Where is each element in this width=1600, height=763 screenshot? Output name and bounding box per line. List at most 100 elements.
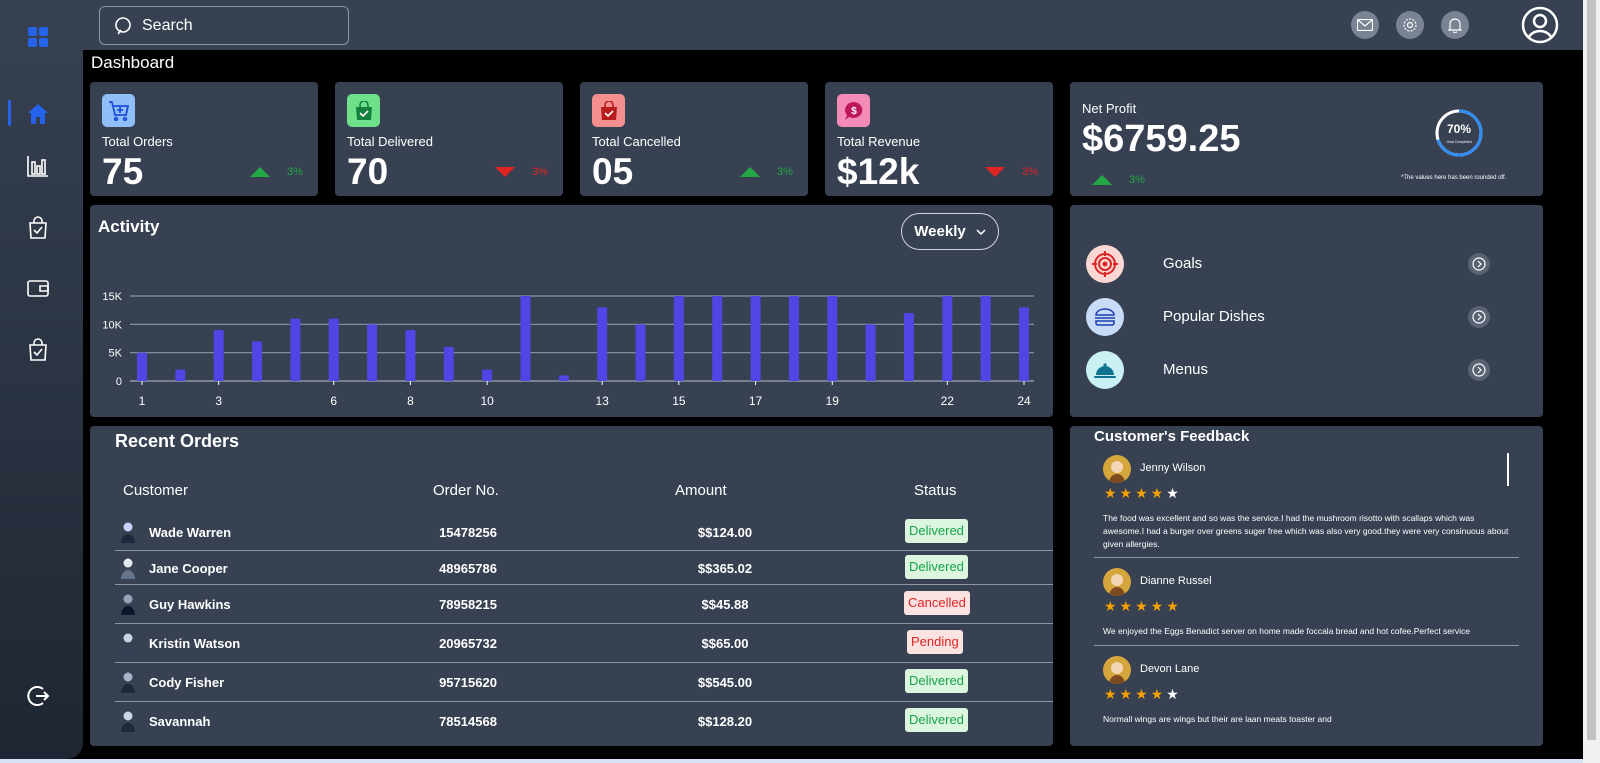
search-placeholder: Search (142, 16, 193, 34)
svg-text:$: $ (851, 106, 857, 117)
chart-bar[interactable] (597, 307, 608, 381)
rounding-note: *The values here has been rounded off. (1401, 175, 1507, 181)
gear-icon[interactable] (1396, 11, 1424, 39)
customer-name: Savannah (149, 714, 211, 729)
x-tick-label: 17 (749, 394, 763, 408)
chart-bar[interactable] (443, 347, 454, 381)
trend-up-icon (250, 167, 270, 177)
order-amount: $$365.02 (697, 561, 753, 576)
goal-percent: 70% (1447, 122, 1471, 136)
x-tick-label: 8 (407, 394, 414, 408)
stat-label: Total Delivered (347, 134, 433, 149)
stat-percent: 3% (287, 166, 303, 178)
divider (1094, 645, 1519, 646)
order-number: 78958215 (439, 597, 497, 612)
chart-bar[interactable] (367, 324, 378, 381)
customer-name: Jane Cooper (149, 561, 228, 576)
chart-bar[interactable] (712, 296, 723, 381)
chart-bar[interactable] (635, 324, 646, 381)
chart-bar[interactable] (903, 313, 914, 381)
chart-bar[interactable] (750, 296, 761, 381)
x-tick-label: 22 (941, 394, 955, 408)
quick-link-goals[interactable]: Goals (1070, 243, 1545, 283)
stat-label: Total Cancelled (592, 134, 681, 149)
home-icon[interactable] (22, 98, 54, 130)
chart-bar[interactable] (482, 369, 493, 381)
customer-name: Guy Hawkins (149, 597, 231, 612)
mail-icon[interactable] (1351, 11, 1379, 39)
order-number: 95715620 (439, 675, 497, 690)
stat-value: 75 (102, 151, 144, 192)
apps-grid-icon[interactable] (22, 21, 54, 53)
reviewer-avatar (1103, 455, 1131, 483)
y-tick-label: 10K (102, 319, 122, 331)
order-number: 20965732 (439, 636, 497, 651)
chart-bar[interactable] (788, 296, 799, 381)
customer-avatar (121, 633, 135, 654)
chevron-right-icon[interactable] (1468, 359, 1490, 381)
bag-check-icon[interactable] (22, 334, 54, 366)
bag-check-icon[interactable] (22, 212, 54, 244)
table-row[interactable]: Cody Fisher 95715620 $$545.00 Delivered (115, 663, 1053, 702)
order-amount: $$65.00 (701, 636, 749, 651)
status-badge: Delivered (905, 519, 968, 543)
logout-icon[interactable] (22, 680, 54, 712)
customer-name: Wade Warren (149, 525, 232, 540)
chart-bar[interactable] (137, 352, 147, 381)
chart-bar[interactable] (827, 296, 838, 381)
x-tick-label: 3 (215, 394, 222, 408)
quick-links-card: Goals Popular Dishes Menus (1070, 205, 1543, 417)
chevron-right-icon[interactable] (1468, 253, 1490, 275)
chart-bar[interactable] (175, 369, 186, 381)
column-header-amount: Amount (675, 482, 727, 499)
chart-bar[interactable] (673, 296, 684, 381)
x-tick-label: 24 (1017, 394, 1031, 408)
activity-bar-chart: 05K10K15K1 3 6 8 10 13 15 17 19 22 24 (102, 291, 1034, 408)
reviewer-avatar (1103, 656, 1131, 684)
chart-bar[interactable] (865, 324, 876, 381)
x-tick-label: 1 (139, 394, 146, 408)
scrollbar-thumb[interactable] (1587, 0, 1596, 740)
user-avatar-icon[interactable] (1521, 6, 1559, 44)
table-row[interactable]: Jane Cooper 48965786 $$365.02 Delivered (115, 551, 1053, 585)
status-badge: Pending (907, 630, 963, 654)
order-number: 48965786 (439, 561, 497, 576)
wallet-icon[interactable] (22, 272, 54, 304)
page-scrollbar[interactable] (1583, 0, 1600, 763)
status-badge: Delivered (905, 555, 968, 579)
chart-bar[interactable] (213, 330, 224, 381)
table-row[interactable]: Wade Warren 15478256 $$124.00 Delivered (115, 513, 1053, 551)
chart-bar[interactable] (1019, 307, 1029, 381)
search-input[interactable]: Search (99, 6, 349, 45)
table-row[interactable]: Savannah 78514568 $$128.20 Delivered (115, 702, 1053, 741)
chart-bar[interactable] (942, 296, 953, 381)
chart-bar[interactable] (405, 330, 416, 381)
top-bar: Search (83, 0, 1583, 50)
sidebar (0, 0, 83, 759)
order-amount: $$128.20 (697, 714, 753, 729)
customer-avatar (121, 522, 135, 543)
reviewer-name: Dianne Russel (1140, 575, 1212, 587)
table-row[interactable]: Kristin Watson 20965732 $$65.00 Pending (115, 624, 1053, 663)
chart-bar[interactable] (520, 296, 531, 381)
stat-value: $12k (837, 151, 920, 192)
chart-bar[interactable] (328, 318, 339, 381)
quick-link-menus[interactable]: Menus (1070, 349, 1545, 389)
chart-icon[interactable] (22, 150, 54, 182)
feedback-scrollbar[interactable] (1507, 453, 1509, 486)
y-tick-label: 15K (102, 291, 122, 303)
trend-up-icon (1092, 175, 1112, 185)
customer-avatar (121, 594, 135, 615)
star-rating: ★★★★★ (1104, 485, 1182, 501)
quick-link-popular-dishes[interactable]: Popular Dishes (1070, 296, 1545, 336)
chevron-right-icon[interactable] (1468, 306, 1490, 328)
reviewer-name: Jenny Wilson (1140, 462, 1206, 474)
chart-bar[interactable] (558, 375, 569, 381)
bell-icon[interactable] (1441, 11, 1469, 39)
chart-bar[interactable] (290, 318, 301, 381)
chart-bar[interactable] (980, 296, 991, 381)
x-tick-label: 6 (330, 394, 337, 408)
divider (1094, 557, 1519, 558)
table-row[interactable]: Guy Hawkins 78958215 $$45.88 Cancelled (115, 585, 1053, 624)
chart-bar[interactable] (252, 341, 263, 381)
